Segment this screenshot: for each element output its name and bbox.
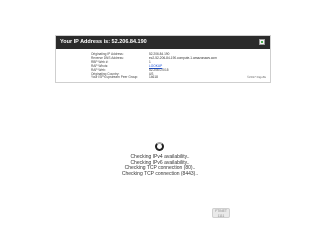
provider-badge-logo: FTINET 1111 [212, 208, 230, 218]
copyright-text: ©2017 Digu8s [246, 75, 266, 79]
detail-label: Your ISP's upstream Peer Group: [91, 75, 139, 80]
connectivity-check-list: Checking IPv4 availability.. Checking IP… [120, 154, 200, 177]
check-status-line: Checking TCP connection (8443).. [121, 170, 199, 177]
detail-value: 14618 [149, 75, 158, 80]
detail-row-peer-group: Your ISP's upstream Peer Group: 14618 [91, 76, 217, 80]
badge-line-2: 1111 [217, 213, 225, 218]
detail-value: ec2-52-206-84-190.compute-1.amazonaws.co… [149, 55, 217, 60]
loading-spinner-icon [155, 142, 164, 151]
ip-address-header: Your IP Address is: 52.206.84.190 [56, 36, 270, 49]
broken-image-icon [259, 39, 265, 45]
ip-info-card: Your IP Address is: 52.206.84.190 Origin… [55, 35, 271, 83]
ip-details-list: Originating IP Address: 52.206.84.190 Re… [91, 52, 217, 80]
